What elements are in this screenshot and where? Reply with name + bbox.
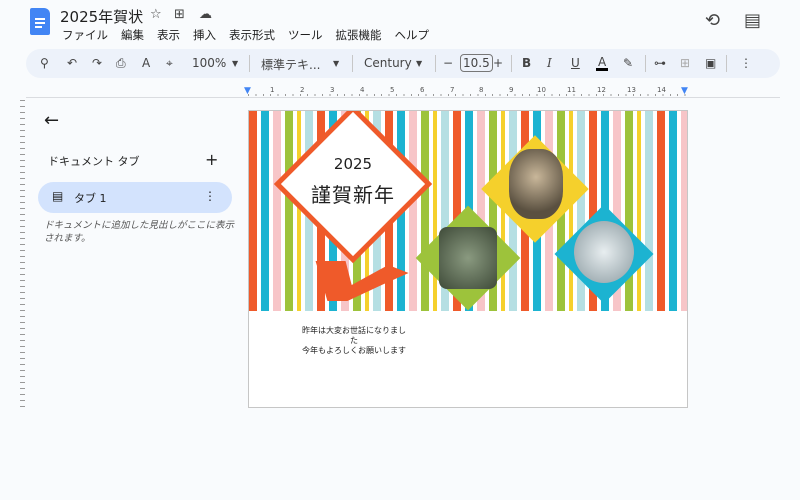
- tab-options-icon[interactable]: ⋮: [204, 189, 216, 203]
- tab-label: タブ 1: [74, 192, 107, 205]
- body-line: 昨年は大変お世話になりまし: [302, 326, 406, 335]
- right-indent-icon[interactable]: ▼: [681, 86, 688, 96]
- chevron-down-icon: ▼: [333, 59, 340, 68]
- doc-tabs-heading: ドキュメント タブ: [48, 155, 140, 168]
- move-folder-icon[interactable]: ⊞: [174, 7, 185, 22]
- zoom-select[interactable]: 100%: [192, 56, 226, 70]
- style-select[interactable]: 標準テキ...: [261, 56, 320, 73]
- chevron-down-icon: ▼: [232, 59, 239, 68]
- tab-item-1[interactable]: ▤ タブ 1 ⋮: [38, 182, 232, 213]
- ruler-label: 8: [479, 86, 484, 94]
- menu-view[interactable]: 表示: [157, 27, 180, 43]
- docs-logo-icon[interactable]: [30, 8, 50, 35]
- link-icon[interactable]: ⊶: [654, 56, 666, 70]
- back-arrow-icon[interactable]: ←: [44, 110, 59, 131]
- menu-insert[interactable]: 挿入: [193, 27, 216, 43]
- ruler-label: 10: [537, 86, 546, 94]
- chevron-down-icon: ▼: [416, 59, 423, 68]
- text-color-button[interactable]: A: [596, 56, 609, 71]
- new-year-card-image: 2025 謹賀新年: [249, 111, 687, 311]
- ruler-label: 13: [627, 86, 636, 94]
- photo-waterfall: [574, 221, 634, 283]
- card-year: 2025: [333, 155, 373, 173]
- undo-icon[interactable]: ↶: [67, 56, 77, 70]
- ruler-label: 6: [420, 86, 425, 94]
- ruler-label: 9: [509, 86, 514, 94]
- snake-illustration: [292, 261, 415, 301]
- add-tab-button[interactable]: +: [205, 150, 218, 169]
- more-icon[interactable]: ⋮: [740, 56, 752, 70]
- redo-icon[interactable]: ↷: [92, 56, 102, 70]
- ruler-label: 12: [597, 86, 606, 94]
- highlight-icon[interactable]: ✎: [623, 56, 633, 70]
- underline-button[interactable]: U: [571, 56, 580, 70]
- spellcheck-icon[interactable]: A: [142, 56, 150, 70]
- photo-bridge: [439, 227, 497, 289]
- ruler-label: 4: [360, 86, 365, 94]
- search-icon[interactable]: ⚲: [40, 56, 49, 70]
- increase-size-button[interactable]: +: [493, 56, 503, 70]
- card-greeting: 謹賀新年: [311, 183, 395, 207]
- doc-title[interactable]: 2025年賀状: [60, 6, 143, 27]
- vertical-ruler[interactable]: [20, 100, 25, 410]
- photo-backpacker: [509, 149, 563, 219]
- ruler-label: 7: [450, 86, 455, 94]
- menu-file[interactable]: ファイル: [62, 27, 108, 43]
- comments-icon[interactable]: ▤: [744, 10, 761, 31]
- ruler-label: 14: [657, 86, 666, 94]
- body-line: 今年もよろしくお願いします: [302, 346, 406, 355]
- star-icon[interactable]: ☆: [150, 7, 162, 22]
- ruler-label: 3: [330, 86, 335, 94]
- menu-help[interactable]: ヘルプ: [395, 27, 430, 43]
- ruler-label: 11: [567, 86, 576, 94]
- body-text[interactable]: 昨年は大変お世話になりまし た 今年もよろしくお願いします: [249, 326, 459, 356]
- print-icon[interactable]: ⎙: [116, 56, 126, 71]
- document-icon: ▤: [52, 189, 64, 203]
- font-select[interactable]: Century: [364, 56, 412, 70]
- sidebar-help-text: ドキュメントに追加した見出しがここに表示されます。: [44, 220, 235, 244]
- italic-button[interactable]: I: [547, 56, 552, 70]
- document-page[interactable]: 2025 謹賀新年 昨年は大変お世話になりまし た 今年もよろしくお願いします: [248, 110, 688, 408]
- bold-button[interactable]: B: [522, 56, 531, 70]
- history-icon[interactable]: ⟲: [705, 10, 720, 31]
- paint-format-icon[interactable]: ⌖: [166, 56, 173, 71]
- horizontal-ruler[interactable]: ▼ 1 2 3 4 5 6 7 8 9 10 11 12 13 14 ▼: [244, 86, 688, 96]
- menu-bar: ファイル 編集 表示 挿入 表示形式 ツール 拡張機能 ヘルプ: [62, 27, 429, 43]
- decrease-size-button[interactable]: −: [443, 56, 453, 70]
- cloud-status-icon[interactable]: ☁: [199, 7, 212, 22]
- ruler-label: 1: [270, 86, 275, 94]
- menu-extensions[interactable]: 拡張機能: [336, 27, 382, 43]
- body-line: た: [350, 336, 358, 345]
- insert-image-icon[interactable]: ▣: [705, 56, 716, 70]
- font-size-input[interactable]: 10.5: [460, 54, 493, 72]
- add-comment-icon[interactable]: ⊞: [680, 56, 690, 70]
- ruler-label: 2: [300, 86, 305, 94]
- menu-edit[interactable]: 編集: [121, 27, 144, 43]
- divider: [26, 97, 780, 98]
- menu-format[interactable]: 表示形式: [229, 27, 275, 43]
- menu-tools[interactable]: ツール: [288, 27, 323, 43]
- ruler-label: 5: [390, 86, 395, 94]
